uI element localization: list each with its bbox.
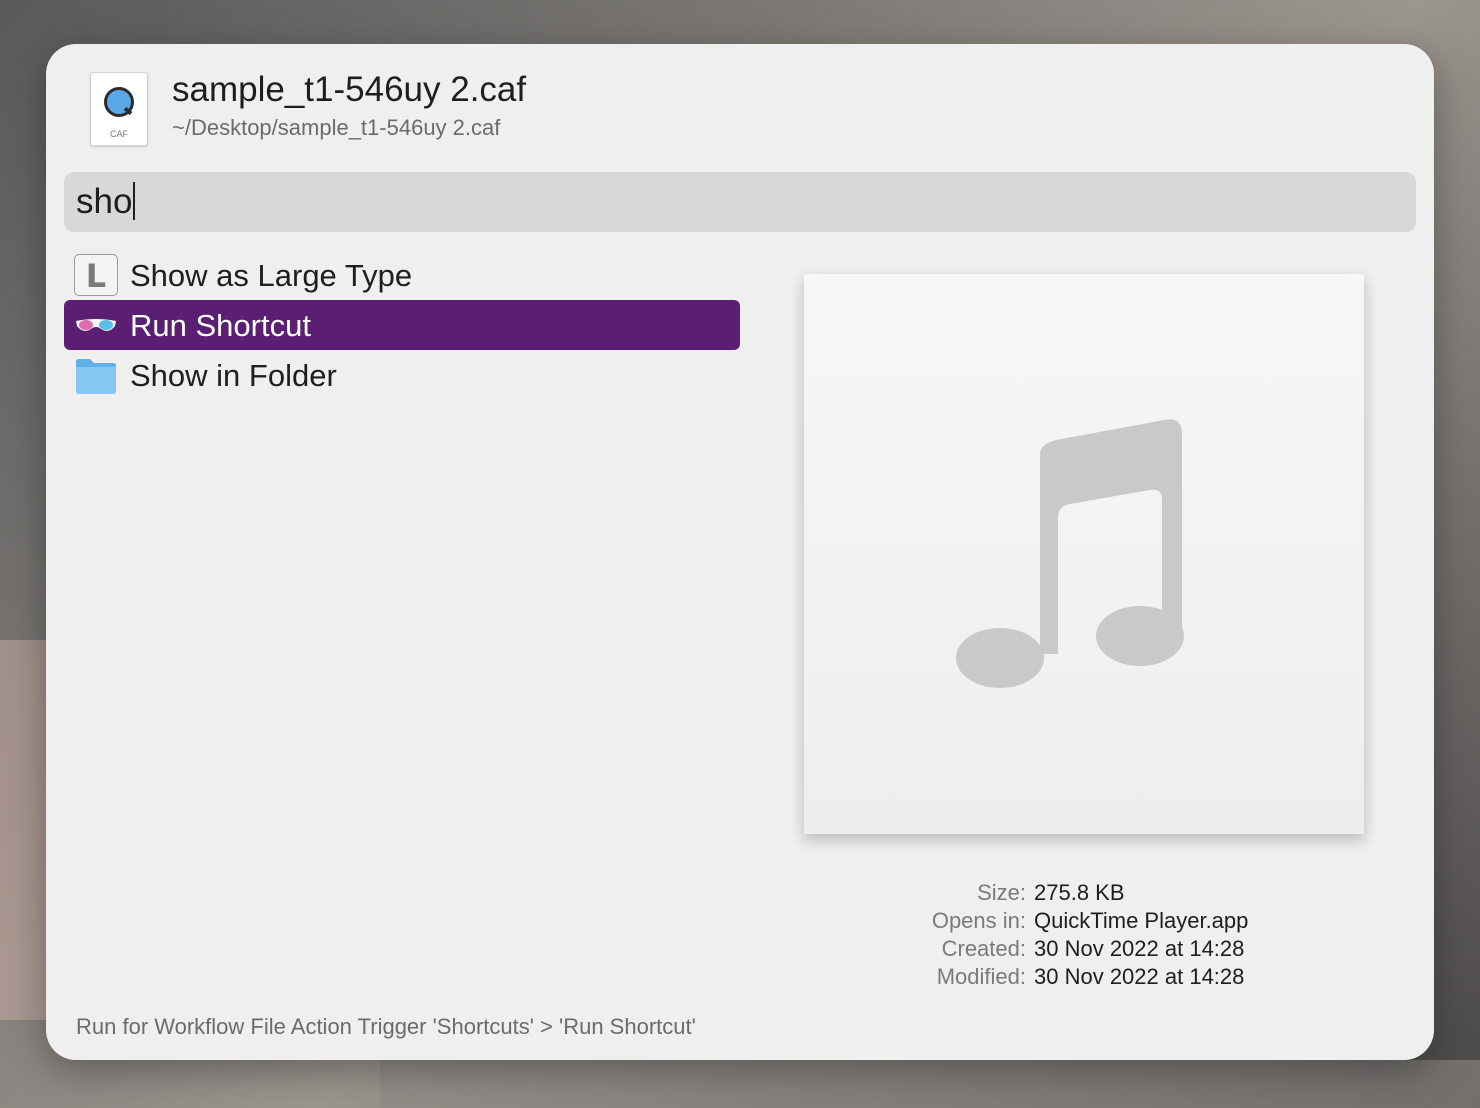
shortcuts-glasses-icon <box>76 319 116 331</box>
background-wallpaper-bottom <box>380 1060 1480 1108</box>
action-label: Show in Folder <box>130 358 337 393</box>
caf-file-icon: CAF <box>90 72 148 146</box>
folder-icon <box>76 359 116 394</box>
action-run-shortcut[interactable]: Run Shortcut <box>64 300 740 350</box>
search-query: sho <box>76 182 133 221</box>
action-show-in-folder[interactable]: Show in Folder <box>64 350 740 400</box>
large-type-icon: L <box>74 254 118 296</box>
file-extension-label: CAF <box>110 129 128 139</box>
action-list: L Show as Large Type Run Shortcut Show i… <box>64 250 740 400</box>
file-title: sample_t1-546uy 2.caf <box>172 70 527 109</box>
status-text: Run for Workflow File Action Trigger 'Sh… <box>76 1014 696 1039</box>
file-metadata: Size: 275.8 KB Opens in: QuickTime Playe… <box>806 880 1366 992</box>
action-show-as-large-type[interactable]: L Show as Large Type <box>64 250 740 300</box>
meta-size: Size: 275.8 KB <box>977 880 1125 905</box>
search-input[interactable]: sho <box>64 172 1416 232</box>
meta-created: Created: 30 Nov 2022 at 14:28 <box>941 936 1245 961</box>
file-path: ~/Desktop/sample_t1-546uy 2.caf <box>172 115 501 140</box>
launcher-window: CAF sample_t1-546uy 2.caf ~/Desktop/samp… <box>46 44 1434 1060</box>
music-note-icon <box>956 419 1184 688</box>
meta-modified: Modified: 30 Nov 2022 at 14:28 <box>936 964 1245 989</box>
meta-opens-in: Opens in: QuickTime Player.app <box>931 908 1249 933</box>
file-preview <box>804 274 1364 834</box>
action-label: Show as Large Type <box>130 258 413 293</box>
text-cursor <box>133 182 136 220</box>
action-label: Run Shortcut <box>130 308 311 343</box>
